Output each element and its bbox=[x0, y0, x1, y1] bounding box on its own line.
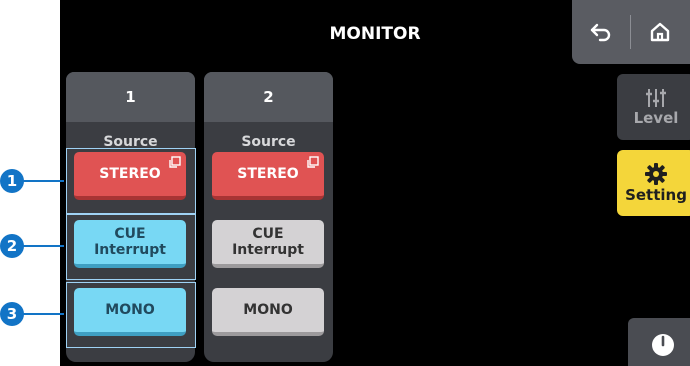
window-corner-icon bbox=[307, 156, 319, 168]
level-label: Level bbox=[633, 109, 679, 127]
home-button[interactable] bbox=[631, 0, 689, 64]
stereo-button[interactable]: STEREO bbox=[212, 152, 324, 200]
highlight-stereo bbox=[66, 148, 196, 214]
top-nav bbox=[572, 0, 690, 64]
power-icon bbox=[652, 334, 674, 356]
callout-line bbox=[22, 313, 64, 315]
callout-number: 2 bbox=[0, 234, 24, 258]
callout-line bbox=[22, 245, 64, 247]
highlight-cue bbox=[66, 214, 196, 280]
power-button[interactable] bbox=[628, 318, 690, 366]
callout-1: 1 bbox=[0, 167, 64, 195]
callout-number: 3 bbox=[0, 302, 24, 326]
back-button[interactable] bbox=[572, 0, 630, 64]
callout-number: 1 bbox=[0, 169, 24, 193]
cue-label: CUE bbox=[252, 226, 284, 242]
source-label: Source bbox=[103, 134, 158, 150]
highlight-mono bbox=[66, 282, 196, 348]
strip-number: 2 bbox=[204, 72, 333, 122]
source-label: Source bbox=[241, 134, 296, 150]
mono-label: MONO bbox=[243, 302, 293, 318]
home-icon bbox=[650, 22, 670, 42]
callout-line bbox=[22, 180, 64, 182]
callout-3: 3 bbox=[0, 300, 64, 328]
setting-button[interactable]: Setting bbox=[617, 150, 690, 216]
gear-icon bbox=[645, 163, 667, 185]
callout-2: 2 bbox=[0, 232, 64, 260]
back-arrow-icon bbox=[590, 23, 611, 42]
mono-button[interactable]: MONO bbox=[212, 288, 324, 336]
cue-interrupt-button[interactable]: CUE Interrupt bbox=[212, 220, 324, 268]
sliders-icon bbox=[646, 89, 666, 107]
strip-number: 1 bbox=[66, 72, 195, 122]
level-button[interactable]: Level bbox=[617, 74, 690, 140]
channel-strip-2: 2 Source STEREO CUE Interrupt MONO bbox=[204, 72, 333, 362]
setting-label: Setting bbox=[625, 186, 687, 204]
stereo-label: STEREO bbox=[237, 166, 299, 182]
interrupt-label: Interrupt bbox=[232, 242, 304, 258]
